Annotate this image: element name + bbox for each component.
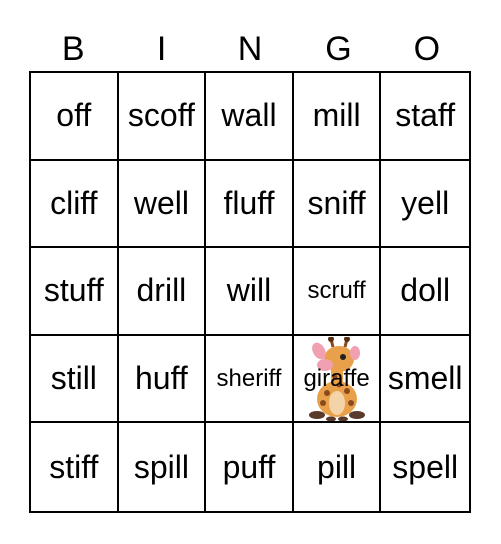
bingo-cell[interactable]: mill <box>293 73 382 161</box>
cell-word: staff <box>395 97 456 134</box>
bingo-cell[interactable]: stiff <box>31 423 119 511</box>
header-letter-b: B <box>61 30 85 68</box>
bingo-cell[interactable]: off <box>31 73 119 161</box>
header-letter-i: I <box>156 30 167 68</box>
cell-word: stiff <box>49 448 99 485</box>
cell-word: stuff <box>43 272 104 309</box>
cell-word: giraffe <box>303 364 370 392</box>
bingo-cell[interactable]: sniff <box>293 160 382 249</box>
bingo-cell[interactable]: doll <box>381 248 469 336</box>
bingo-cell[interactable]: yell <box>381 161 469 249</box>
cell-word: well <box>133 184 189 221</box>
cell-word: scruff <box>307 276 366 304</box>
cell-word: pill <box>317 448 357 485</box>
bingo-cell[interactable]: staff <box>381 73 469 161</box>
cell-word: scoff <box>127 97 195 134</box>
cell-word: smell <box>387 360 463 397</box>
cell-word: sniff <box>307 184 366 221</box>
bingo-cell[interactable]: scruff <box>293 248 382 336</box>
cell-word: spell <box>392 448 459 485</box>
bingo-cell[interactable]: spill <box>119 423 207 511</box>
bingo-cell[interactable]: spell <box>381 423 469 511</box>
cell-word: huff <box>134 360 188 397</box>
cell-word: sheriff <box>216 364 282 392</box>
bingo-cell[interactable]: pill <box>294 423 382 511</box>
cell-word: drill <box>136 272 187 309</box>
cell-word: doll <box>400 272 451 309</box>
bingo-cell[interactable]: still <box>31 335 119 424</box>
cell-word: cliff <box>50 184 98 221</box>
cell-word: wall <box>221 97 277 134</box>
cell-word: off <box>56 97 92 134</box>
bingo-cell[interactable]: smell <box>381 336 469 424</box>
bingo-cell[interactable]: scoff <box>118 73 207 161</box>
bingo-cell[interactable]: wall <box>206 73 294 161</box>
bingo-cell[interactable]: cliff <box>31 160 119 249</box>
bingo-grid: off scoff wall mill staff cliff well fluff sniff… <box>29 71 471 513</box>
header-letter-n: N <box>237 30 263 68</box>
cell-word: still <box>50 360 97 397</box>
bingo-cell[interactable]: drill <box>118 248 207 336</box>
bingo-cell[interactable]: well <box>118 160 207 249</box>
cell-word: puff <box>222 448 276 485</box>
header-letter-g: G <box>325 30 352 68</box>
bingo-cell[interactable]: fluff <box>206 160 294 249</box>
bingo-cell[interactable]: huff <box>118 335 207 424</box>
bingo-cell[interactable]: will <box>206 248 294 336</box>
cell-word: mill <box>312 97 361 134</box>
bingo-cell[interactable]: stuff <box>31 248 119 336</box>
cell-word: fluff <box>223 184 275 221</box>
cell-word: yell <box>401 184 450 221</box>
bingo-header: B I N G O <box>29 28 471 70</box>
cell-word: spill <box>133 448 189 485</box>
bingo-cell[interactable]: puff <box>206 423 294 511</box>
bingo-cell-free[interactable]: giraffe <box>293 335 382 424</box>
bingo-cell[interactable]: sheriff <box>206 335 294 424</box>
cell-word: will <box>226 272 272 309</box>
header-letter-o: O <box>413 30 441 68</box>
